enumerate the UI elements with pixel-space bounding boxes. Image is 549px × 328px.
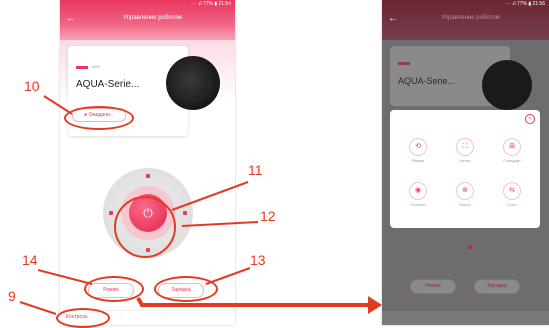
callout-10: 10 bbox=[24, 78, 40, 94]
highlight-power-button bbox=[114, 196, 176, 258]
callout-9: 9 bbox=[8, 288, 16, 304]
highlight-charge-button bbox=[154, 276, 218, 302]
callout-14: 14 bbox=[22, 252, 38, 268]
highlight-mode-button bbox=[84, 276, 144, 302]
leader-line-9 bbox=[19, 301, 57, 315]
annotation-overlay bbox=[19, 95, 382, 315]
arrow-head bbox=[368, 296, 382, 314]
callout-13: 13 bbox=[250, 252, 266, 268]
leader-line-12 bbox=[181, 221, 259, 227]
leader-line-11 bbox=[171, 181, 249, 211]
highlight-status bbox=[64, 106, 134, 130]
leader-line-14 bbox=[37, 269, 93, 285]
callout-12: 12 bbox=[260, 208, 276, 224]
callout-11: 11 bbox=[248, 162, 263, 178]
highlight-nav-control bbox=[56, 308, 110, 328]
